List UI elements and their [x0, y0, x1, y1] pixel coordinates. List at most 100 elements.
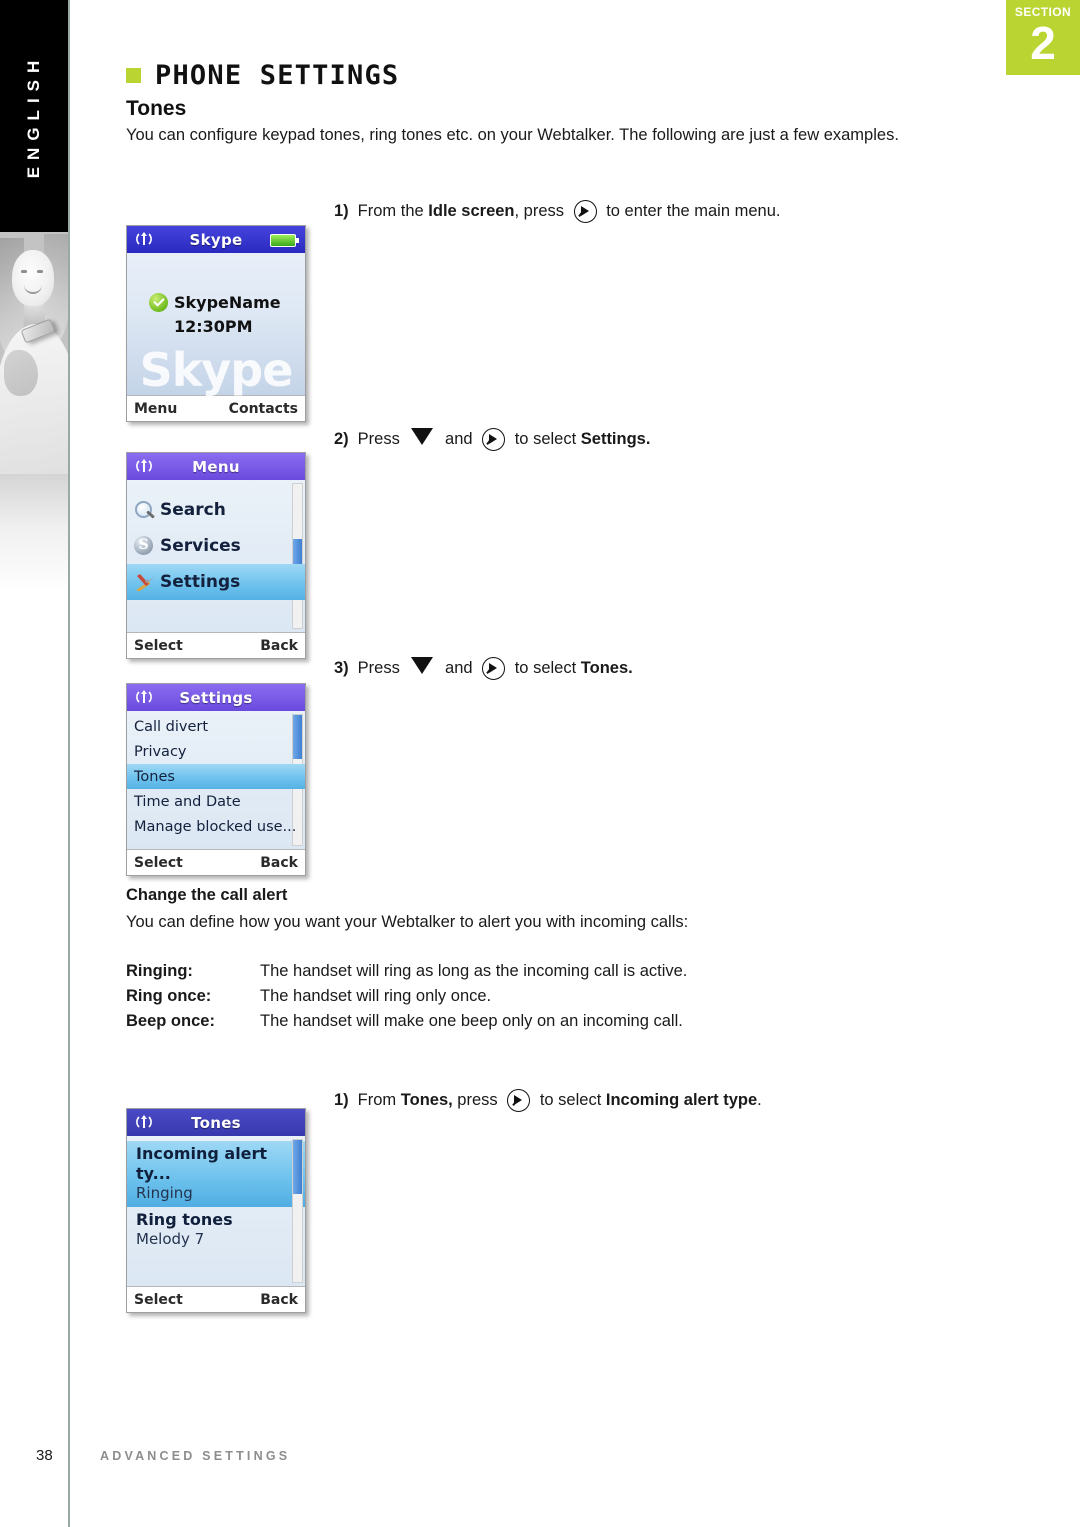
- step-2: 2) Press and to select Settings.: [334, 428, 650, 451]
- arrow-down-icon[interactable]: [411, 657, 434, 674]
- idle-user-row: SkypeName: [149, 293, 281, 312]
- vertical-rule: [68, 0, 70, 1527]
- nav-right-icon[interactable]: [573, 200, 597, 223]
- step-2-number: 2): [334, 430, 349, 448]
- language-tab: ENGLISH: [0, 0, 68, 232]
- softkey-right[interactable]: Back: [260, 638, 298, 654]
- phone-header: Menu: [127, 453, 305, 480]
- phone-body: Call divert Privacy Tones Time and Date …: [127, 711, 305, 849]
- alert-desc: The handset will ring only once.: [260, 987, 492, 1005]
- step-3-text-c: to select: [510, 659, 581, 677]
- list-item-label: Services: [160, 536, 241, 556]
- antenna-signal-icon: [136, 459, 152, 472]
- section-badge-number: 2: [1030, 17, 1056, 69]
- list-item[interactable]: Ring tones Melody 7: [127, 1207, 305, 1253]
- left-sidebar: ENGLISH: [0, 0, 68, 1527]
- softkey-left[interactable]: Select: [134, 855, 183, 871]
- nav-right-icon[interactable]: [482, 428, 506, 451]
- tone-setting-label: Ring tones: [136, 1210, 233, 1229]
- page-title: PHONE SETTINGS: [155, 60, 400, 91]
- step-3-text-b: and: [440, 659, 478, 677]
- title-bullet-icon: [126, 68, 141, 83]
- softkey-right[interactable]: Back: [260, 855, 298, 871]
- step-1-bold-a: Idle screen: [428, 202, 515, 220]
- magnifier-icon: [134, 500, 154, 520]
- step-1-text-b: , press: [514, 202, 569, 220]
- phone-header: Settings: [127, 684, 305, 711]
- phone-body: Skype SkypeName 12:30PM: [127, 253, 305, 395]
- online-check-icon: [149, 293, 168, 312]
- call-alert-table: Ringing: The handset will ring as long a…: [126, 962, 826, 1037]
- tone-setting-value: Melody 7: [136, 1230, 205, 1248]
- step-1-number: 1): [334, 202, 349, 220]
- scrollbar[interactable]: [292, 1139, 303, 1283]
- phone-body: Incoming alert ty... Ringing Ring tones …: [127, 1136, 305, 1286]
- list-item-label: Manage blocked use...: [134, 818, 297, 835]
- step-4: 1) From Tones, press to select Incoming …: [334, 1089, 762, 1112]
- alert-term: Ring once:: [126, 987, 212, 1005]
- step-3-number: 3): [334, 659, 349, 677]
- phone-softkeys: Select Back: [127, 1286, 305, 1312]
- arrow-down-icon[interactable]: [411, 428, 434, 445]
- section-subtitle: Tones: [126, 97, 187, 120]
- phone-screenshot-idle: Skype Skype SkypeName 12:30PM Menu Conta…: [126, 225, 306, 422]
- list-item[interactable]: Time and Date: [127, 789, 305, 814]
- phone-header: Tones: [127, 1109, 305, 1136]
- phone-softkeys: Menu Contacts: [127, 395, 305, 421]
- softkey-right[interactable]: Back: [260, 1292, 298, 1308]
- table-row: Ring once: The handset will ring only on…: [126, 987, 826, 1012]
- intro-paragraph: You can configure keypad tones, ring ton…: [126, 126, 899, 144]
- step-3-text-a: Press: [357, 659, 405, 677]
- table-row: Ringing: The handset will ring as long a…: [126, 962, 826, 987]
- step-1: 1) From the Idle screen , press to enter…: [334, 200, 780, 223]
- antenna-signal-icon: [136, 1115, 152, 1128]
- page-title-row: PHONE SETTINGS: [126, 60, 399, 91]
- list-item[interactable]: Search: [127, 492, 305, 528]
- list-item-selected[interactable]: Tones: [127, 764, 305, 789]
- list-item-selected[interactable]: Settings: [127, 564, 305, 600]
- list-item[interactable]: Privacy: [127, 739, 305, 764]
- alert-desc: The handset will ring as long as the inc…: [260, 962, 688, 980]
- alert-term: Ringing:: [126, 962, 193, 980]
- phone-screenshot-tones: Tones Incoming alert ty... Ringing Ring …: [126, 1108, 306, 1313]
- list-item[interactable]: S Services: [127, 528, 305, 564]
- list-item-label: Tones: [134, 768, 175, 785]
- step-2-text-a: Press: [357, 430, 405, 448]
- idle-username: SkypeName: [174, 293, 281, 312]
- softkey-left[interactable]: Select: [134, 1292, 183, 1308]
- battery-full-icon: [270, 234, 299, 247]
- phone-softkeys: Select Back: [127, 849, 305, 875]
- alert-term: Beep once:: [126, 1012, 215, 1030]
- alert-desc: The handset will make one beep only on a…: [260, 1012, 683, 1030]
- softkey-right[interactable]: Contacts: [229, 401, 298, 417]
- call-alert-intro: You can define how you want your Webtalk…: [126, 913, 689, 931]
- nav-right-icon[interactable]: [507, 1089, 531, 1112]
- phone-body: Search S Services Settings: [127, 480, 305, 632]
- softkey-left[interactable]: Menu: [134, 401, 177, 417]
- step-4-bold-a: Tones,: [400, 1091, 453, 1109]
- nav-right-icon[interactable]: [482, 657, 506, 680]
- step-2-bold: Settings.: [580, 430, 651, 448]
- phone-header: Skype: [127, 226, 305, 253]
- antenna-signal-icon: [136, 690, 152, 703]
- step-4-text-c: to select: [535, 1091, 606, 1109]
- phone-softkeys: Select Back: [127, 632, 305, 658]
- list-item[interactable]: Manage blocked use...: [127, 814, 305, 839]
- softkey-left[interactable]: Select: [134, 638, 183, 654]
- step-2-text-c: to select: [510, 430, 581, 448]
- list-item-label: Search: [160, 500, 226, 520]
- skype-watermark: Skype: [139, 343, 294, 397]
- footer-label: ADVANCED SETTINGS: [100, 1449, 291, 1463]
- step-3: 3) Press and to select Tones.: [334, 657, 633, 680]
- table-row: Beep once: The handset will make one bee…: [126, 1012, 826, 1037]
- call-alert-heading: Change the call alert: [126, 886, 288, 904]
- step-3-bold: Tones.: [580, 659, 633, 677]
- antenna-signal-icon: [136, 232, 152, 245]
- step-4-text-b: press: [452, 1091, 503, 1109]
- page-number: 38: [36, 1447, 53, 1464]
- step-4-number: 1): [334, 1091, 349, 1109]
- list-item-label: Time and Date: [134, 793, 241, 810]
- list-item-selected[interactable]: Incoming alert ty... Ringing: [127, 1141, 305, 1207]
- list-item[interactable]: Call divert: [127, 714, 305, 739]
- page-footer: 38 ADVANCED SETTINGS: [0, 1447, 1080, 1467]
